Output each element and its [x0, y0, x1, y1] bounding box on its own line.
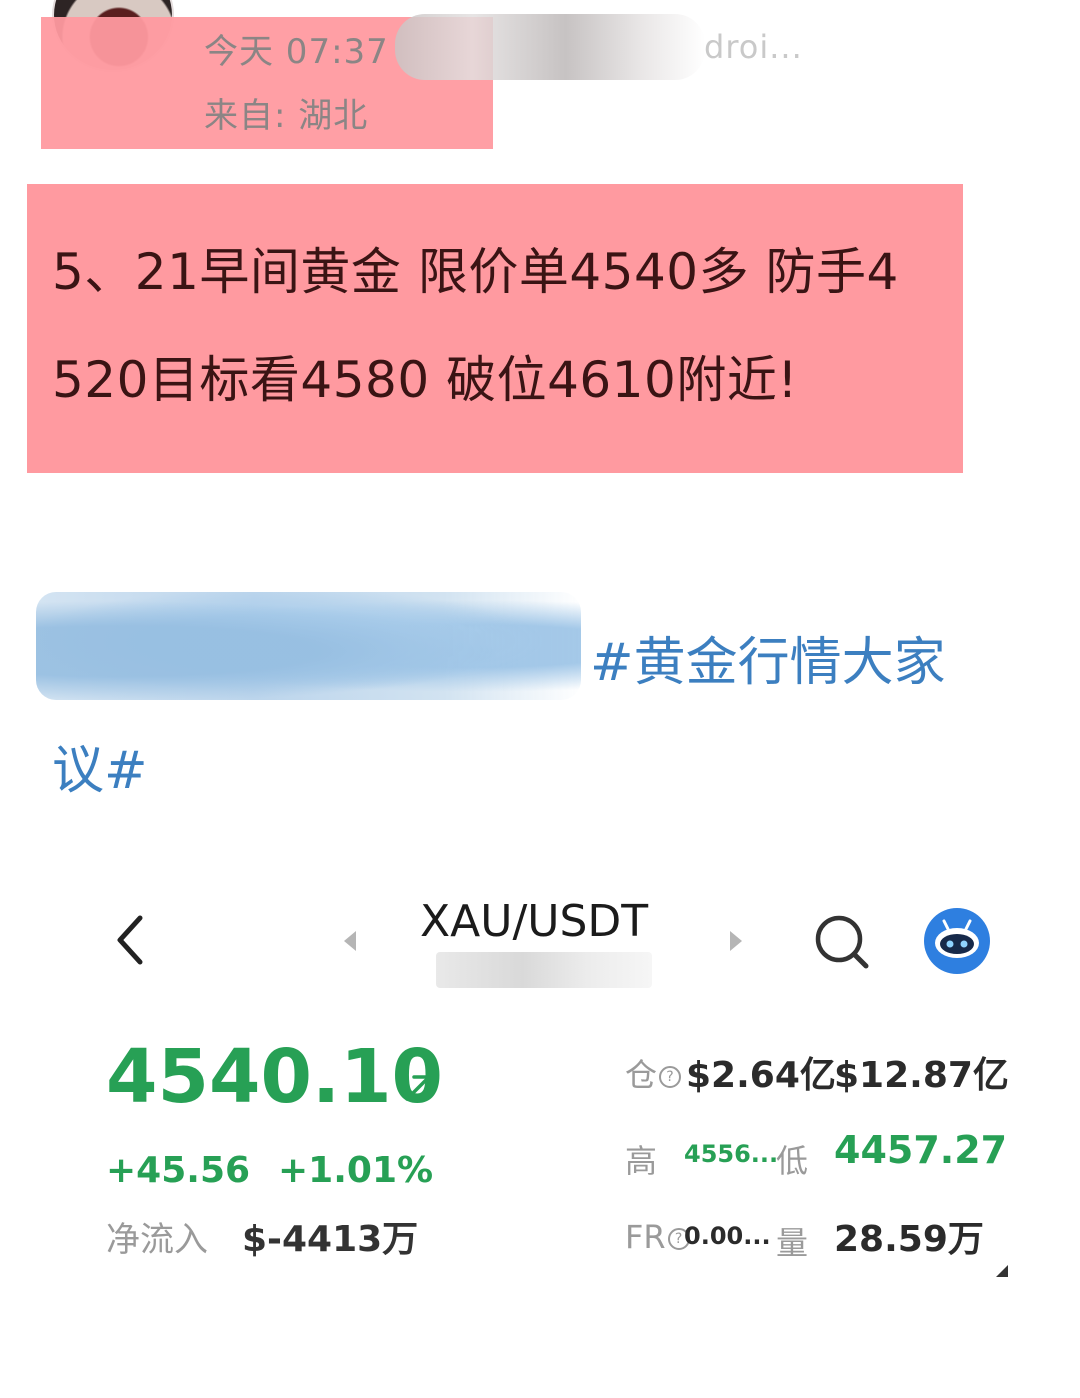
question-circle-icon[interactable]: ?	[659, 1066, 682, 1088]
open-interest-value: $2.64亿	[686, 1055, 836, 1096]
redaction-smudge	[436, 952, 652, 988]
funding-rate-value: 0.00...	[684, 1222, 771, 1250]
chevron-left-icon[interactable]	[110, 910, 150, 970]
low-value: 4457.27	[834, 1128, 1008, 1172]
low-label: 低	[776, 1142, 809, 1180]
post-text-line-2: 520目标看4580 破位4610附近!	[52, 351, 798, 409]
triangle-right-icon[interactable]	[726, 927, 746, 955]
robot-icon[interactable]	[922, 906, 992, 976]
redaction-smudge	[395, 14, 705, 80]
high-label: 高	[625, 1142, 658, 1180]
open-interest-label[interactable]: 仓?	[625, 1050, 682, 1096]
arrow-up-right-icon	[402, 1070, 436, 1104]
price-change: +45.56	[106, 1150, 251, 1191]
post-device: droi...	[704, 28, 803, 66]
funding-rate-label-text: FR	[625, 1218, 666, 1256]
netflow-value: $-4413万	[242, 1219, 419, 1260]
funding-rate-label[interactable]: FR?	[625, 1218, 690, 1256]
hashtag-link-continued[interactable]: 议#	[52, 728, 148, 803]
volume-usd-value: $12.87亿	[834, 1055, 1009, 1096]
expand-corner-icon[interactable]	[996, 1262, 1008, 1277]
price-change-percent: +1.01%	[278, 1150, 434, 1191]
redaction-smudge	[36, 592, 581, 700]
body-highlight	[27, 184, 963, 473]
open-interest-label-text: 仓	[625, 1056, 658, 1094]
volume-value: 28.59万	[834, 1219, 984, 1260]
post-location: 来自: 湖北	[204, 96, 369, 136]
volume-label: 量	[776, 1224, 809, 1262]
high-value: 4556...	[684, 1140, 779, 1168]
triangle-left-icon[interactable]	[340, 927, 360, 955]
post-time: 今天 07:37	[204, 32, 389, 72]
hashtag-link[interactable]: #黄金行情大家	[590, 620, 946, 695]
netflow-label: 净流入	[106, 1220, 208, 1260]
pair-title[interactable]: XAU/USDT	[420, 896, 648, 947]
search-icon[interactable]	[812, 912, 872, 972]
last-price: 4540.10	[106, 1034, 444, 1120]
post-text-line-1: 5、21早间黄金 限价单4540多 防手4	[52, 243, 899, 301]
